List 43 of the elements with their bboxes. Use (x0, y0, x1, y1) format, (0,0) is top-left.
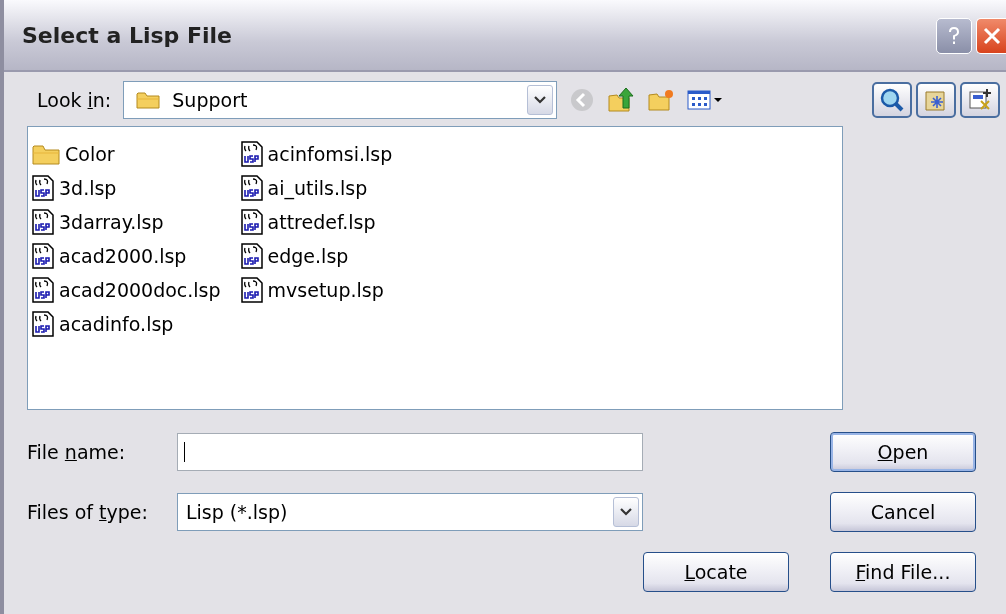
lisp-file-icon (32, 277, 54, 303)
file-item[interactable]: Color (32, 137, 221, 171)
file-item[interactable]: acadinfo.lsp (32, 307, 221, 341)
file-item[interactable]: acad2000.lsp (32, 239, 221, 273)
look-in-dropdown[interactable]: Support (123, 81, 558, 119)
file-item[interactable]: acad2000doc.lsp (32, 273, 221, 307)
file-list[interactable]: Color 3d.lsp 3darray.lsp acad2000.lsp acad2000doc.lsp acadinfo.lsp acinfomsi.lsp ai_utils.lsp attredef.lsp edge.lsp mvsetup.lsp (27, 126, 843, 410)
lisp-file-icon (240, 175, 263, 201)
view-menu-icon[interactable] (687, 88, 724, 112)
file-item[interactable]: acinfomsi.lsp (240, 137, 393, 171)
lisp-file-icon (32, 243, 54, 269)
folder-icon (32, 142, 60, 166)
folder-sparkle-button[interactable] (916, 82, 956, 118)
cancel-button[interactable]: Cancel (830, 492, 976, 532)
file-item[interactable]: mvsetup.lsp (240, 273, 393, 307)
file-name-label: File name: (27, 441, 127, 463)
up-folder-icon[interactable] (607, 86, 636, 114)
look-in-label: Look in: (37, 89, 112, 111)
file-type-label: Files of type: (27, 501, 149, 523)
lisp-file-icon (32, 311, 54, 337)
window-title: Select a Lisp File (22, 22, 233, 48)
lisp-file-icon (240, 209, 263, 235)
file-item[interactable]: ai_utils.lsp (240, 171, 393, 205)
file-item[interactable]: 3d.lsp (32, 171, 221, 205)
search-icon (879, 87, 905, 113)
lisp-file-icon (32, 175, 54, 201)
lisp-file-icon (32, 209, 54, 235)
file-item[interactable]: attredef.lsp (240, 205, 393, 239)
lisp-file-icon (240, 141, 263, 167)
file-item[interactable]: 3darray.lsp (32, 205, 221, 239)
open-button[interactable]: Open (830, 432, 976, 472)
file-item[interactable]: edge.lsp (240, 239, 393, 273)
lisp-file-icon (240, 243, 263, 269)
add-item-button[interactable] (960, 82, 1000, 118)
locate-button[interactable]: Locate (643, 552, 789, 592)
folder-icon (136, 90, 161, 110)
find-file-button[interactable]: Find File... (830, 552, 976, 592)
help-button[interactable] (936, 18, 972, 54)
lisp-file-icon (240, 277, 263, 303)
search-button[interactable] (872, 82, 912, 118)
file-name-field[interactable] (177, 433, 643, 471)
close-button[interactable] (976, 18, 1006, 54)
file-type-dropdown[interactable]: Lisp (*.lsp) (177, 493, 643, 531)
